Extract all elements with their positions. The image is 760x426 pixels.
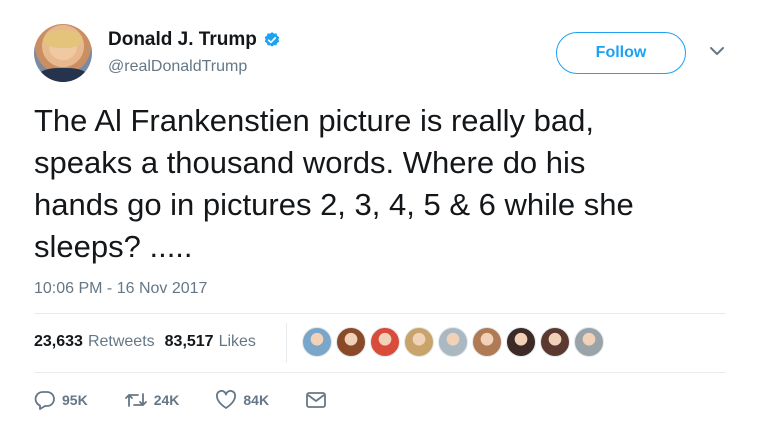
tweet-actions: 95K 24K 84K xyxy=(34,390,369,410)
retweet-icon xyxy=(124,393,147,407)
tweet-text-line: speaks a thousand words. Where do his xyxy=(34,145,586,180)
likes-count[interactable]: 83,517 xyxy=(165,333,214,351)
retweets-label[interactable]: Retweets xyxy=(88,333,155,351)
heart-icon xyxy=(216,390,237,409)
direct-message-action[interactable] xyxy=(305,391,333,409)
liker-avatars xyxy=(302,327,608,357)
likes-label[interactable]: Likes xyxy=(219,333,256,351)
liker-avatar-7[interactable] xyxy=(506,327,536,357)
author-name-row: Donald J. Trump xyxy=(108,29,281,51)
like-action[interactable]: 84K xyxy=(215,390,269,410)
liker-avatar-4[interactable] xyxy=(404,327,434,357)
divider-bottom xyxy=(34,372,726,373)
reply-action[interactable]: 95K xyxy=(34,390,88,410)
author-handle[interactable]: @realDonaldTrump xyxy=(108,58,247,76)
envelope-icon xyxy=(306,392,326,408)
liker-avatar-6[interactable] xyxy=(472,327,502,357)
verified-badge-icon xyxy=(264,32,280,47)
retweet-action[interactable]: 24K xyxy=(124,391,180,409)
tweet-card: Donald J. Trump @realDonaldTrump Follow … xyxy=(0,0,760,426)
retweets-count[interactable]: 23,633 xyxy=(34,333,83,351)
liker-avatar-8[interactable] xyxy=(540,327,570,357)
tweet-text: The Al Frankenstien picture is really ba… xyxy=(34,100,724,268)
tweet-timestamp[interactable]: 10:06 PM - 16 Nov 2017 xyxy=(34,280,207,298)
follow-button[interactable]: Follow xyxy=(556,32,686,74)
divider-top xyxy=(34,313,726,314)
author-avatar[interactable] xyxy=(34,24,92,82)
chevron-down-icon[interactable] xyxy=(708,44,726,58)
avatar-suit xyxy=(38,68,88,82)
avatar-hair xyxy=(44,30,82,48)
reply-count: 95K xyxy=(62,392,88,408)
liker-avatar-2[interactable] xyxy=(336,327,366,357)
tweet-text-line: sleeps? ..... xyxy=(34,229,193,264)
liker-avatar-9[interactable] xyxy=(574,327,604,357)
liker-avatar-5[interactable] xyxy=(438,327,468,357)
retweet-count: 24K xyxy=(153,392,180,408)
tweet-text-line: hands go in pictures 2, 3, 4, 5 & 6 whil… xyxy=(34,187,634,222)
reply-icon xyxy=(34,391,55,410)
tweet-stats: 23,633 Retweets 83,517 Likes xyxy=(34,333,256,351)
liker-avatar-3[interactable] xyxy=(370,327,400,357)
author-display-name[interactable]: Donald J. Trump xyxy=(108,29,257,51)
liker-avatar-1[interactable] xyxy=(302,327,332,357)
tweet-text-line: The Al Frankenstien picture is really ba… xyxy=(34,103,594,138)
stats-separator xyxy=(286,323,287,363)
like-count: 84K xyxy=(243,392,270,408)
